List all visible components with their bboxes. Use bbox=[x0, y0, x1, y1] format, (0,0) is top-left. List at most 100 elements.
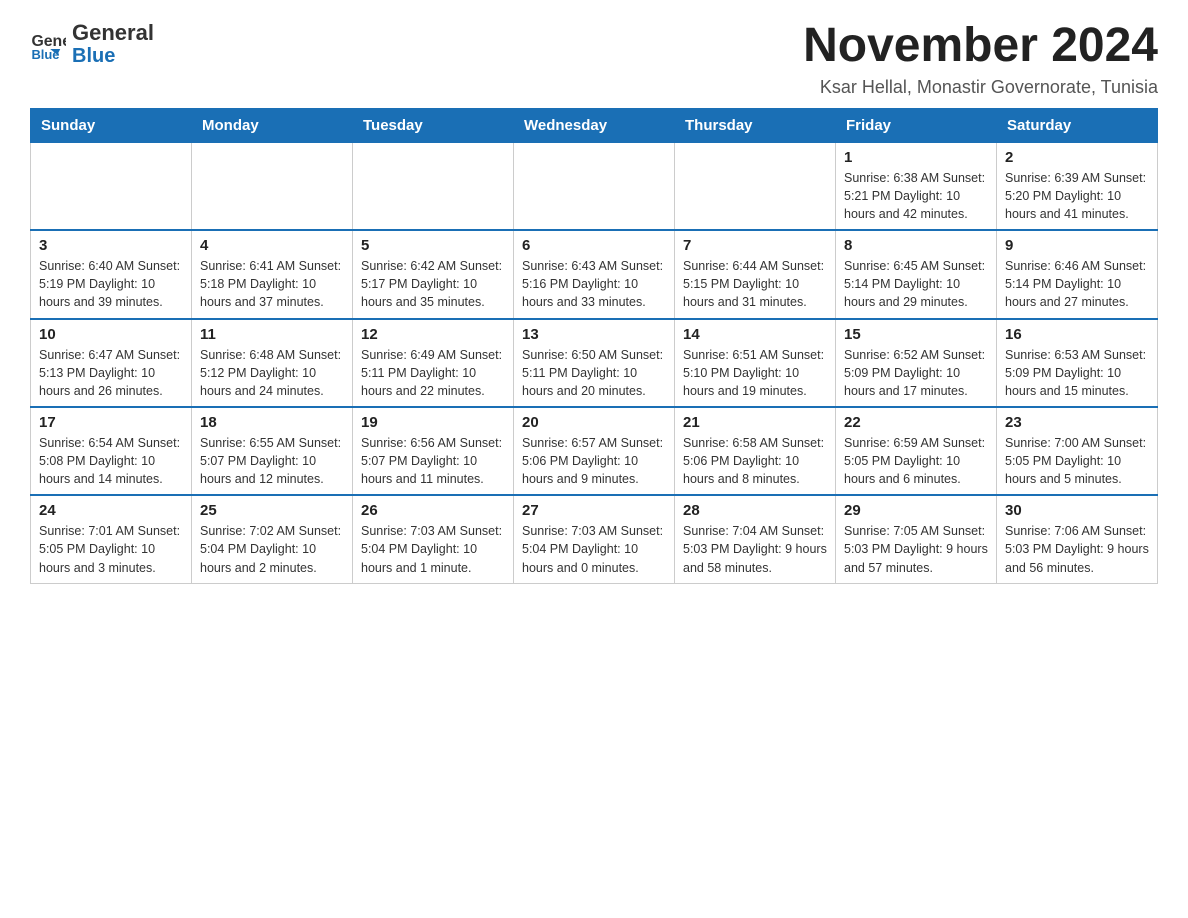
day-info: Sunrise: 7:04 AM Sunset: 5:03 PM Dayligh… bbox=[683, 522, 827, 576]
day-info: Sunrise: 7:05 AM Sunset: 5:03 PM Dayligh… bbox=[844, 522, 988, 576]
day-info: Sunrise: 6:51 AM Sunset: 5:10 PM Dayligh… bbox=[683, 346, 827, 400]
calendar-cell bbox=[353, 142, 514, 230]
calendar-cell: 23 Sunrise: 7:00 AM Sunset: 5:05 PM Dayli… bbox=[997, 407, 1158, 495]
logo-text-blue: Blue bbox=[72, 45, 154, 68]
day-number: 9 bbox=[1005, 237, 1149, 254]
weekday-header-saturday: Saturday bbox=[997, 108, 1158, 142]
day-info: Sunrise: 6:43 AM Sunset: 5:16 PM Dayligh… bbox=[522, 257, 666, 311]
day-number: 8 bbox=[844, 237, 988, 254]
calendar-cell: 8 Sunrise: 6:45 AM Sunset: 5:14 PM Daylig… bbox=[836, 230, 997, 318]
day-info: Sunrise: 6:38 AM Sunset: 5:21 PM Dayligh… bbox=[844, 169, 988, 223]
calendar-cell: 22 Sunrise: 6:59 AM Sunset: 5:05 PM Dayli… bbox=[836, 407, 997, 495]
month-title: November 2024 bbox=[803, 20, 1158, 73]
calendar-cell: 19 Sunrise: 6:56 AM Sunset: 5:07 PM Dayli… bbox=[353, 407, 514, 495]
calendar-cell: 9 Sunrise: 6:46 AM Sunset: 5:14 PM Daylig… bbox=[997, 230, 1158, 318]
calendar-cell: 18 Sunrise: 6:55 AM Sunset: 5:07 PM Dayli… bbox=[192, 407, 353, 495]
calendar-cell: 25 Sunrise: 7:02 AM Sunset: 5:04 PM Dayli… bbox=[192, 495, 353, 583]
day-info: Sunrise: 6:59 AM Sunset: 5:05 PM Dayligh… bbox=[844, 434, 988, 488]
day-number: 18 bbox=[200, 414, 344, 431]
calendar-cell: 3Sunrise: 6:40 AM Sunset: 5:19 PM Daylig… bbox=[31, 230, 192, 318]
calendar-cell: 16 Sunrise: 6:53 AM Sunset: 5:09 PM Dayli… bbox=[997, 319, 1158, 407]
calendar-cell: 13 Sunrise: 6:50 AM Sunset: 5:11 PM Dayli… bbox=[514, 319, 675, 407]
calendar-cell: 20Sunrise: 6:57 AM Sunset: 5:06 PM Dayli… bbox=[514, 407, 675, 495]
calendar-cell: 21 Sunrise: 6:58 AM Sunset: 5:06 PM Dayli… bbox=[675, 407, 836, 495]
weekday-header-tuesday: Tuesday bbox=[353, 108, 514, 142]
calendar-cell: 24Sunrise: 7:01 AM Sunset: 5:05 PM Dayli… bbox=[31, 495, 192, 583]
day-number: 4 bbox=[200, 237, 344, 254]
calendar-cell bbox=[675, 142, 836, 230]
day-number: 2 bbox=[1005, 149, 1149, 166]
calendar-cell: 1 Sunrise: 6:38 AM Sunset: 5:21 PM Daylig… bbox=[836, 142, 997, 230]
day-info: Sunrise: 6:56 AM Sunset: 5:07 PM Dayligh… bbox=[361, 434, 505, 488]
day-info: Sunrise: 6:40 AM Sunset: 5:19 PM Dayligh… bbox=[39, 257, 183, 311]
calendar-cell: 29 Sunrise: 7:05 AM Sunset: 5:03 PM Dayli… bbox=[836, 495, 997, 583]
day-number: 29 bbox=[844, 502, 988, 519]
day-number: 11 bbox=[200, 326, 344, 343]
day-number: 20 bbox=[522, 414, 666, 431]
calendar-cell: 11 Sunrise: 6:48 AM Sunset: 5:12 PM Dayli… bbox=[192, 319, 353, 407]
calendar-cell bbox=[192, 142, 353, 230]
day-info: Sunrise: 6:42 AM Sunset: 5:17 PM Dayligh… bbox=[361, 257, 505, 311]
calendar-cell: 14 Sunrise: 6:51 AM Sunset: 5:10 PM Dayli… bbox=[675, 319, 836, 407]
day-info: Sunrise: 7:02 AM Sunset: 5:04 PM Dayligh… bbox=[200, 522, 344, 576]
day-number: 16 bbox=[1005, 326, 1149, 343]
calendar-cell: 6 Sunrise: 6:43 AM Sunset: 5:16 PM Daylig… bbox=[514, 230, 675, 318]
day-info: Sunrise: 6:53 AM Sunset: 5:09 PM Dayligh… bbox=[1005, 346, 1149, 400]
day-number: 19 bbox=[361, 414, 505, 431]
logo-text-general: General bbox=[72, 20, 154, 45]
calendar-cell: 15Sunrise: 6:52 AM Sunset: 5:09 PM Dayli… bbox=[836, 319, 997, 407]
weekday-header-sunday: Sunday bbox=[31, 108, 192, 142]
calendar-cell: 12Sunrise: 6:49 AM Sunset: 5:11 PM Dayli… bbox=[353, 319, 514, 407]
day-info: Sunrise: 6:46 AM Sunset: 5:14 PM Dayligh… bbox=[1005, 257, 1149, 311]
calendar-header-row: SundayMondayTuesdayWednesdayThursdayFrid… bbox=[31, 108, 1158, 142]
weekday-header-friday: Friday bbox=[836, 108, 997, 142]
day-number: 13 bbox=[522, 326, 666, 343]
day-number: 28 bbox=[683, 502, 827, 519]
logo-icon: General Blue bbox=[30, 26, 66, 62]
day-info: Sunrise: 7:03 AM Sunset: 5:04 PM Dayligh… bbox=[522, 522, 666, 576]
calendar-cell: 27Sunrise: 7:03 AM Sunset: 5:04 PM Dayli… bbox=[514, 495, 675, 583]
day-number: 5 bbox=[361, 237, 505, 254]
day-info: Sunrise: 6:52 AM Sunset: 5:09 PM Dayligh… bbox=[844, 346, 988, 400]
day-info: Sunrise: 6:47 AM Sunset: 5:13 PM Dayligh… bbox=[39, 346, 183, 400]
day-info: Sunrise: 6:54 AM Sunset: 5:08 PM Dayligh… bbox=[39, 434, 183, 488]
calendar-cell: 7 Sunrise: 6:44 AM Sunset: 5:15 PM Daylig… bbox=[675, 230, 836, 318]
calendar-week-row: 1 Sunrise: 6:38 AM Sunset: 5:21 PM Daylig… bbox=[31, 142, 1158, 230]
day-info: Sunrise: 6:48 AM Sunset: 5:12 PM Dayligh… bbox=[200, 346, 344, 400]
calendar-cell bbox=[514, 142, 675, 230]
day-number: 1 bbox=[844, 149, 988, 166]
weekday-header-thursday: Thursday bbox=[675, 108, 836, 142]
day-number: 23 bbox=[1005, 414, 1149, 431]
calendar-table: SundayMondayTuesdayWednesdayThursdayFrid… bbox=[30, 108, 1158, 584]
day-info: Sunrise: 6:49 AM Sunset: 5:11 PM Dayligh… bbox=[361, 346, 505, 400]
calendar-cell bbox=[31, 142, 192, 230]
calendar-cell: 4 Sunrise: 6:41 AM Sunset: 5:18 PM Daylig… bbox=[192, 230, 353, 318]
day-number: 7 bbox=[683, 237, 827, 254]
logo: General Blue General Blue bbox=[30, 20, 154, 68]
day-number: 17 bbox=[39, 414, 183, 431]
location: Ksar Hellal, Monastir Governorate, Tunis… bbox=[803, 77, 1158, 98]
calendar-cell: 2Sunrise: 6:39 AM Sunset: 5:20 PM Daylig… bbox=[997, 142, 1158, 230]
day-number: 6 bbox=[522, 237, 666, 254]
calendar-week-row: 10 Sunrise: 6:47 AM Sunset: 5:13 PM Dayli… bbox=[31, 319, 1158, 407]
day-info: Sunrise: 6:50 AM Sunset: 5:11 PM Dayligh… bbox=[522, 346, 666, 400]
day-info: Sunrise: 7:03 AM Sunset: 5:04 PM Dayligh… bbox=[361, 522, 505, 576]
calendar-week-row: 17 Sunrise: 6:54 AM Sunset: 5:08 PM Dayli… bbox=[31, 407, 1158, 495]
day-info: Sunrise: 6:44 AM Sunset: 5:15 PM Dayligh… bbox=[683, 257, 827, 311]
calendar-cell: 26Sunrise: 7:03 AM Sunset: 5:04 PM Dayli… bbox=[353, 495, 514, 583]
day-info: Sunrise: 6:45 AM Sunset: 5:14 PM Dayligh… bbox=[844, 257, 988, 311]
day-info: Sunrise: 7:01 AM Sunset: 5:05 PM Dayligh… bbox=[39, 522, 183, 576]
day-number: 14 bbox=[683, 326, 827, 343]
weekday-header-monday: Monday bbox=[192, 108, 353, 142]
day-info: Sunrise: 7:00 AM Sunset: 5:05 PM Dayligh… bbox=[1005, 434, 1149, 488]
day-info: Sunrise: 6:41 AM Sunset: 5:18 PM Dayligh… bbox=[200, 257, 344, 311]
day-info: Sunrise: 6:55 AM Sunset: 5:07 PM Dayligh… bbox=[200, 434, 344, 488]
day-number: 25 bbox=[200, 502, 344, 519]
day-number: 30 bbox=[1005, 502, 1149, 519]
calendar-week-row: 24Sunrise: 7:01 AM Sunset: 5:05 PM Dayli… bbox=[31, 495, 1158, 583]
day-number: 10 bbox=[39, 326, 183, 343]
day-info: Sunrise: 7:06 AM Sunset: 5:03 PM Dayligh… bbox=[1005, 522, 1149, 576]
day-number: 22 bbox=[844, 414, 988, 431]
day-info: Sunrise: 6:58 AM Sunset: 5:06 PM Dayligh… bbox=[683, 434, 827, 488]
day-number: 21 bbox=[683, 414, 827, 431]
